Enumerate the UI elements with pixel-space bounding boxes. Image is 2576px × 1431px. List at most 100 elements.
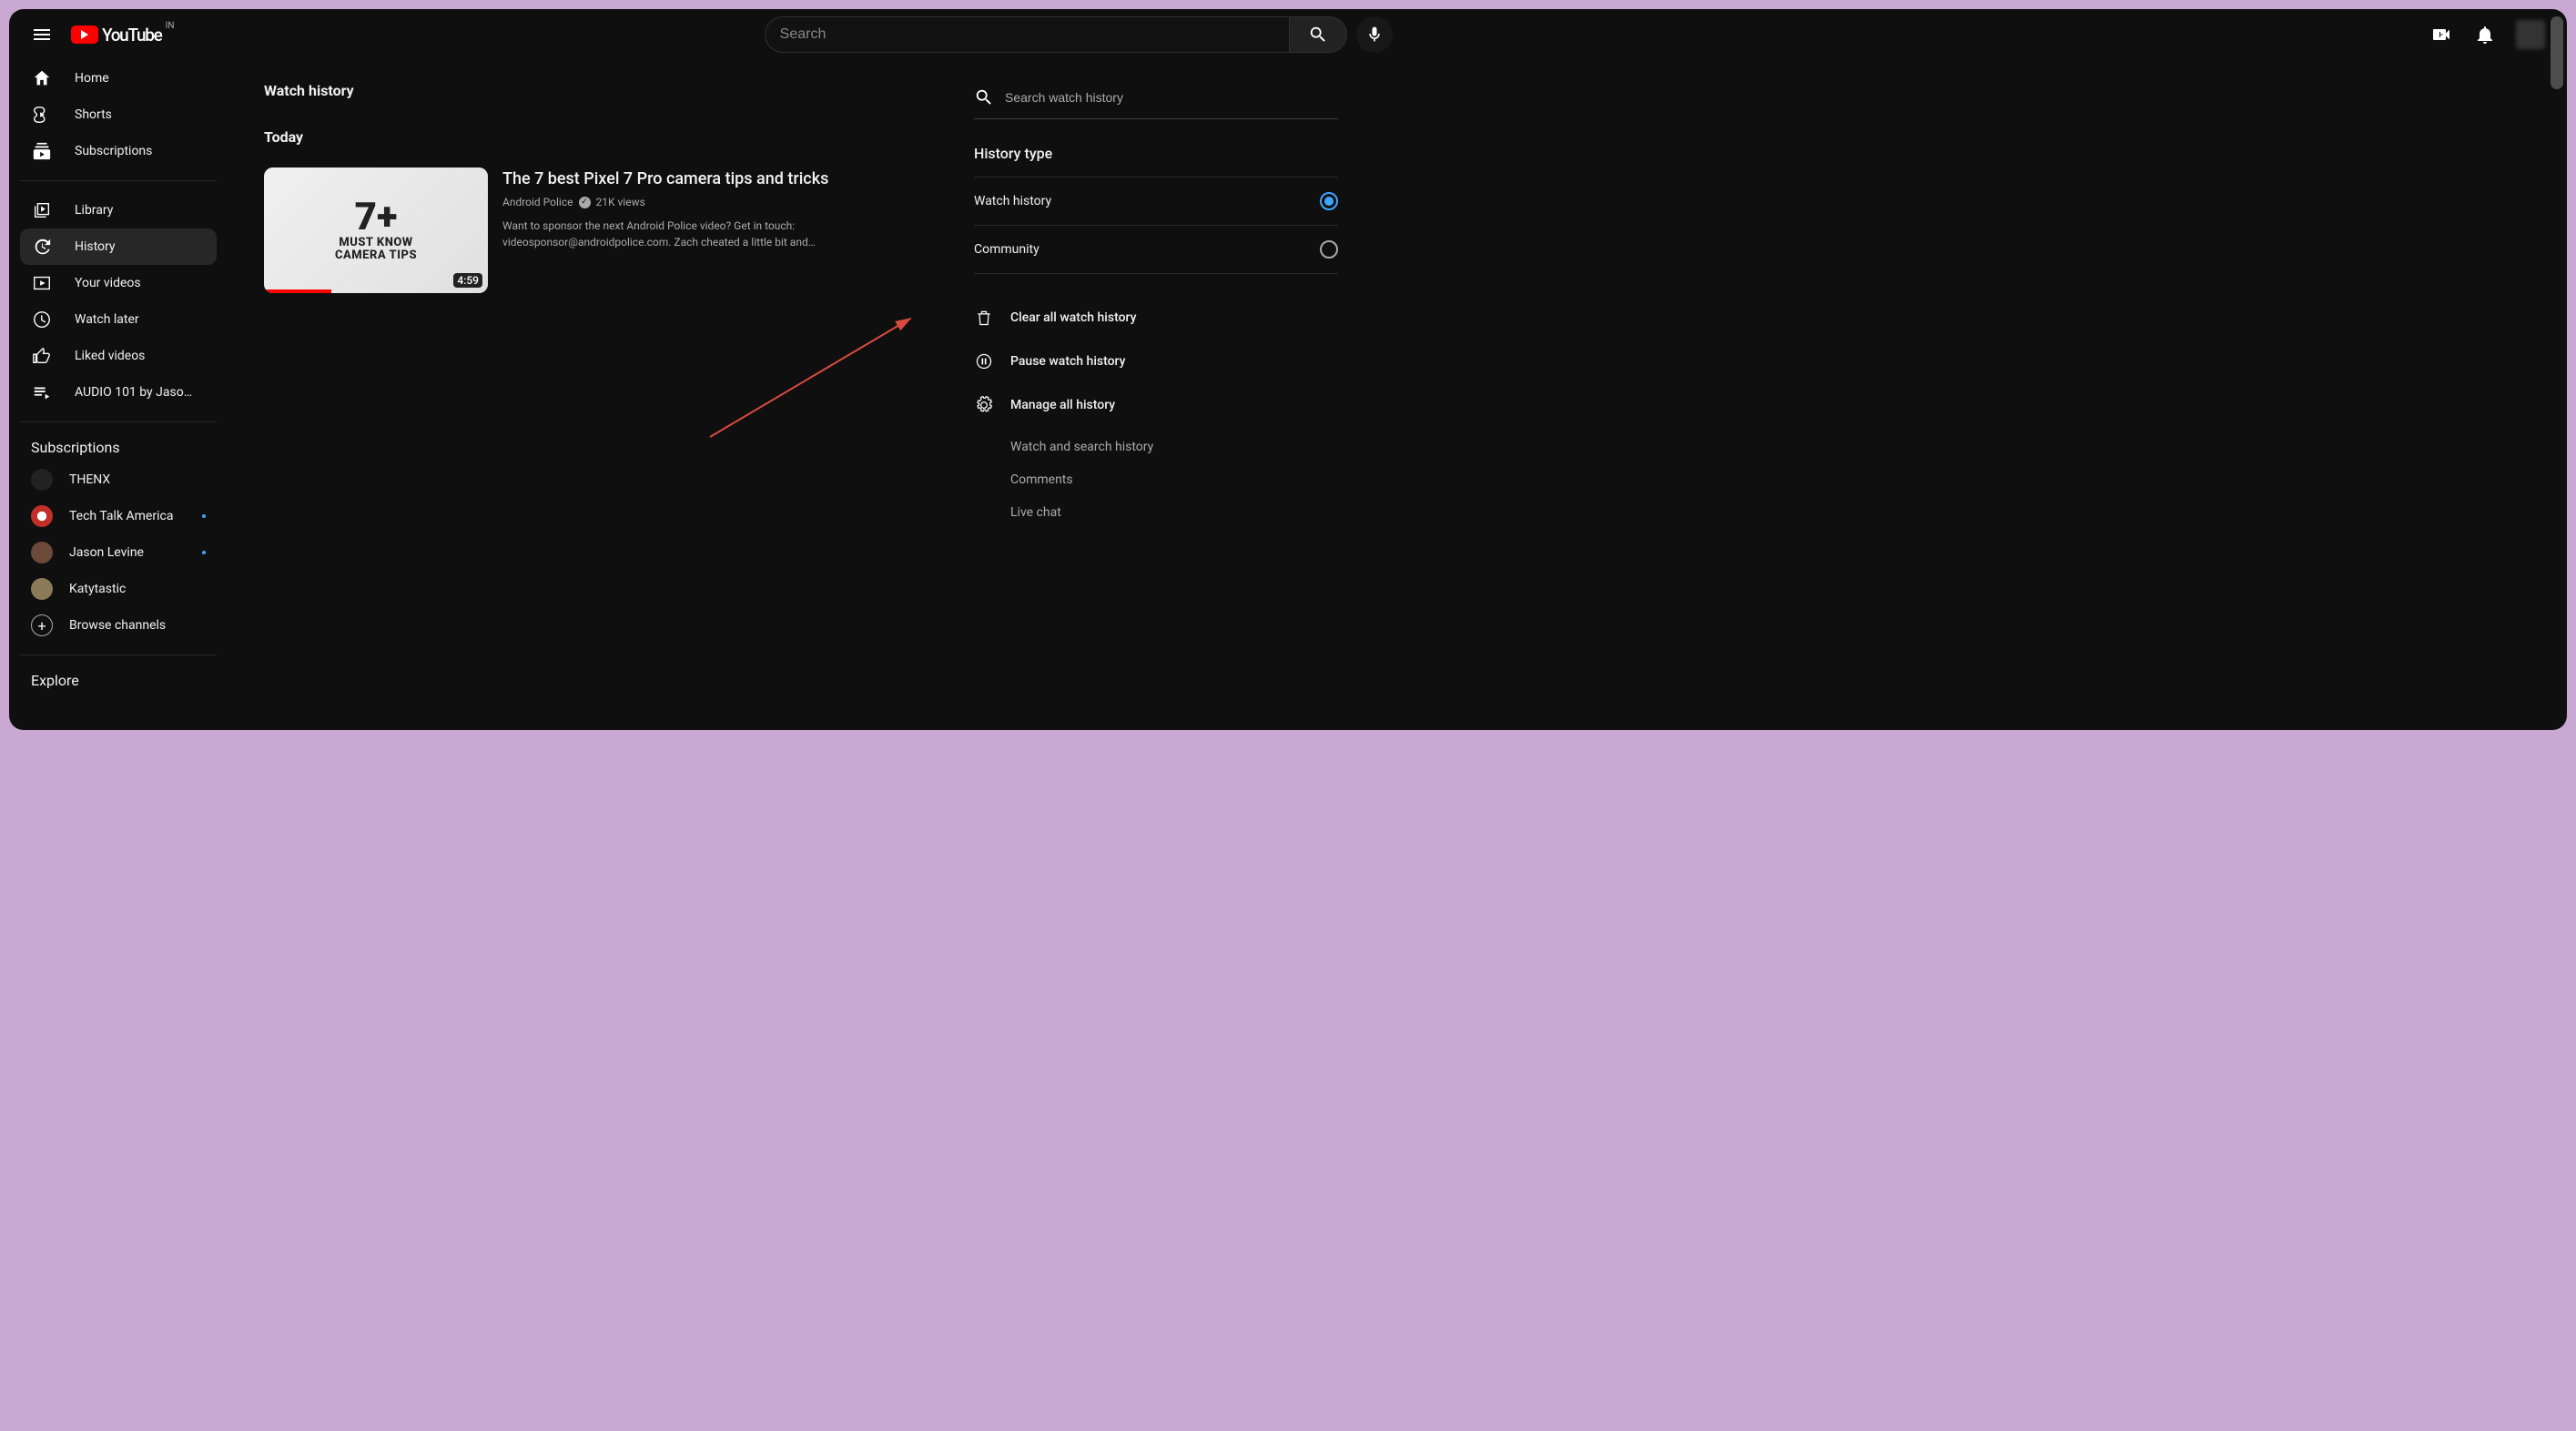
channel-name: Jason Levine <box>69 545 144 560</box>
scrollbar-thumb[interactable] <box>2551 16 2563 89</box>
radio-icon <box>1320 192 1338 210</box>
hamburger-icon <box>31 24 53 46</box>
search-icon <box>1308 25 1328 45</box>
sidebar-item-home[interactable]: Home <box>20 60 217 96</box>
header: YouTube IN <box>9 9 2567 60</box>
channel-name: THENX <box>69 472 110 487</box>
body: Home Shorts Subscriptions Library Histor… <box>9 60 2567 730</box>
sublink-live-chat[interactable]: Live chat <box>1010 496 1338 529</box>
sidebar-item-watch-later[interactable]: Watch later <box>20 301 217 338</box>
thumb-number: 7+ <box>355 198 398 237</box>
microphone-icon <box>1365 25 1384 44</box>
sidebar-item-shorts[interactable]: Shorts <box>20 96 217 133</box>
voice-search-button[interactable] <box>1356 16 1393 53</box>
subscription-tech-talk-america[interactable]: Tech Talk America <box>20 498 217 534</box>
logo-text: YouTube <box>102 25 161 46</box>
search-button[interactable] <box>1289 16 1347 53</box>
sidebar-item-label: AUDIO 101 by Jaso… <box>75 385 192 400</box>
subscriptions-icon <box>31 141 53 161</box>
avatar[interactable] <box>2516 20 2545 49</box>
day-label: Today <box>264 128 919 146</box>
browse-channels[interactable]: + Browse channels <box>20 607 217 644</box>
app-frame: YouTube IN <box>9 9 2567 730</box>
thumb-text: CAMERA TIPS <box>335 249 417 262</box>
views-count: 21K views <box>596 196 645 208</box>
search-history-box[interactable] <box>974 82 1338 119</box>
create-button[interactable] <box>2423 16 2459 53</box>
action-label: Pause watch history <box>1010 354 1125 369</box>
action-label: Manage all history <box>1010 398 1115 412</box>
new-content-dot <box>202 514 206 518</box>
country-code: IN <box>166 21 175 31</box>
manage-history-button[interactable]: Manage all history <box>974 383 1338 427</box>
video-thumbnail[interactable]: 7+ MUST KNOW CAMERA TIPS 4:59 <box>264 167 488 293</box>
divider <box>20 180 217 181</box>
search-icon <box>974 87 994 107</box>
sidebar-item-label: Liked videos <box>75 349 145 363</box>
radio-label: Watch history <box>974 194 1051 208</box>
subscription-jason-levine[interactable]: Jason Levine <box>20 534 217 571</box>
radio-label: Community <box>974 242 1040 257</box>
new-content-dot <box>202 551 206 554</box>
thumb-text: MUST KNOW <box>339 237 412 249</box>
history-type-watch[interactable]: Watch history <box>974 177 1338 225</box>
trash-icon <box>974 309 994 327</box>
verified-icon: ✓ <box>579 197 591 208</box>
video-row: 7+ MUST KNOW CAMERA TIPS 4:59 The 7 best… <box>264 167 919 293</box>
sidebar-item-label: Watch later <box>75 312 139 327</box>
history-type-title: History type <box>974 145 1338 162</box>
channel-avatar <box>31 505 53 527</box>
sidebar-item-label: Shorts <box>75 107 112 122</box>
sidebar-item-library[interactable]: Library <box>20 192 217 228</box>
clear-history-button[interactable]: Clear all watch history <box>974 296 1338 340</box>
browse-channels-label: Browse channels <box>69 618 166 633</box>
page-title: Watch history <box>264 82 919 99</box>
search-input[interactable] <box>765 16 1289 53</box>
pause-icon <box>974 352 994 370</box>
home-icon <box>31 68 53 88</box>
sidebar-item-liked-videos[interactable]: Liked videos <box>20 338 217 374</box>
video-description: Want to sponsor the next Android Police … <box>502 218 919 250</box>
subscription-thenx[interactable]: THENX <box>20 462 217 498</box>
sidebar-item-playlist[interactable]: AUDIO 101 by Jaso… <box>20 374 217 411</box>
channel-avatar <box>31 469 53 491</box>
sidebar-item-label: Subscriptions <box>75 144 152 158</box>
subscriptions-title: Subscriptions <box>20 433 217 462</box>
sublink-comments[interactable]: Comments <box>1010 463 1338 496</box>
divider <box>20 421 217 422</box>
liked-videos-icon <box>31 346 53 366</box>
channel-name: Tech Talk America <box>69 509 173 523</box>
your-videos-icon <box>31 273 53 293</box>
video-title[interactable]: The 7 best Pixel 7 Pro camera tips and t… <box>502 167 919 190</box>
radio-icon <box>1320 240 1338 259</box>
bell-icon <box>2474 24 2496 46</box>
sublink-watch-search[interactable]: Watch and search history <box>1010 431 1338 463</box>
pause-history-button[interactable]: Pause watch history <box>974 340 1338 383</box>
channel-avatar <box>31 542 53 563</box>
sidebar-item-your-videos[interactable]: Your videos <box>20 265 217 301</box>
youtube-logo[interactable]: YouTube IN <box>71 25 161 46</box>
history-icon <box>31 237 53 257</box>
sidebar-item-history[interactable]: History <box>20 228 217 265</box>
sidebar-item-label: Home <box>75 71 109 86</box>
sidebar-item-label: Your videos <box>75 276 141 290</box>
playlist-icon <box>31 382 53 402</box>
shorts-icon <box>31 105 53 125</box>
subscription-katytastic[interactable]: Katytastic <box>20 571 217 607</box>
main: Watch history Today 7+ MUST KNOW CAMERA … <box>228 60 2567 730</box>
channel-avatar <box>31 578 53 600</box>
history-type-community[interactable]: Community <box>974 225 1338 274</box>
watch-later-icon <box>31 310 53 330</box>
sidebar-item-label: History <box>75 239 116 254</box>
explore-title: Explore <box>20 666 217 695</box>
notifications-button[interactable] <box>2467 16 2503 53</box>
channel-name[interactable]: Android Police <box>502 196 573 208</box>
sidebar-item-subscriptions[interactable]: Subscriptions <box>20 133 217 169</box>
sidebar-item-label: Library <box>75 203 113 218</box>
gear-icon <box>974 396 994 414</box>
hamburger-menu[interactable] <box>24 16 60 53</box>
search-history-input[interactable] <box>1005 90 1338 105</box>
library-icon <box>31 200 53 220</box>
history-panel: History type Watch history Community Cle… <box>974 82 1338 708</box>
action-label: Clear all watch history <box>1010 310 1136 325</box>
